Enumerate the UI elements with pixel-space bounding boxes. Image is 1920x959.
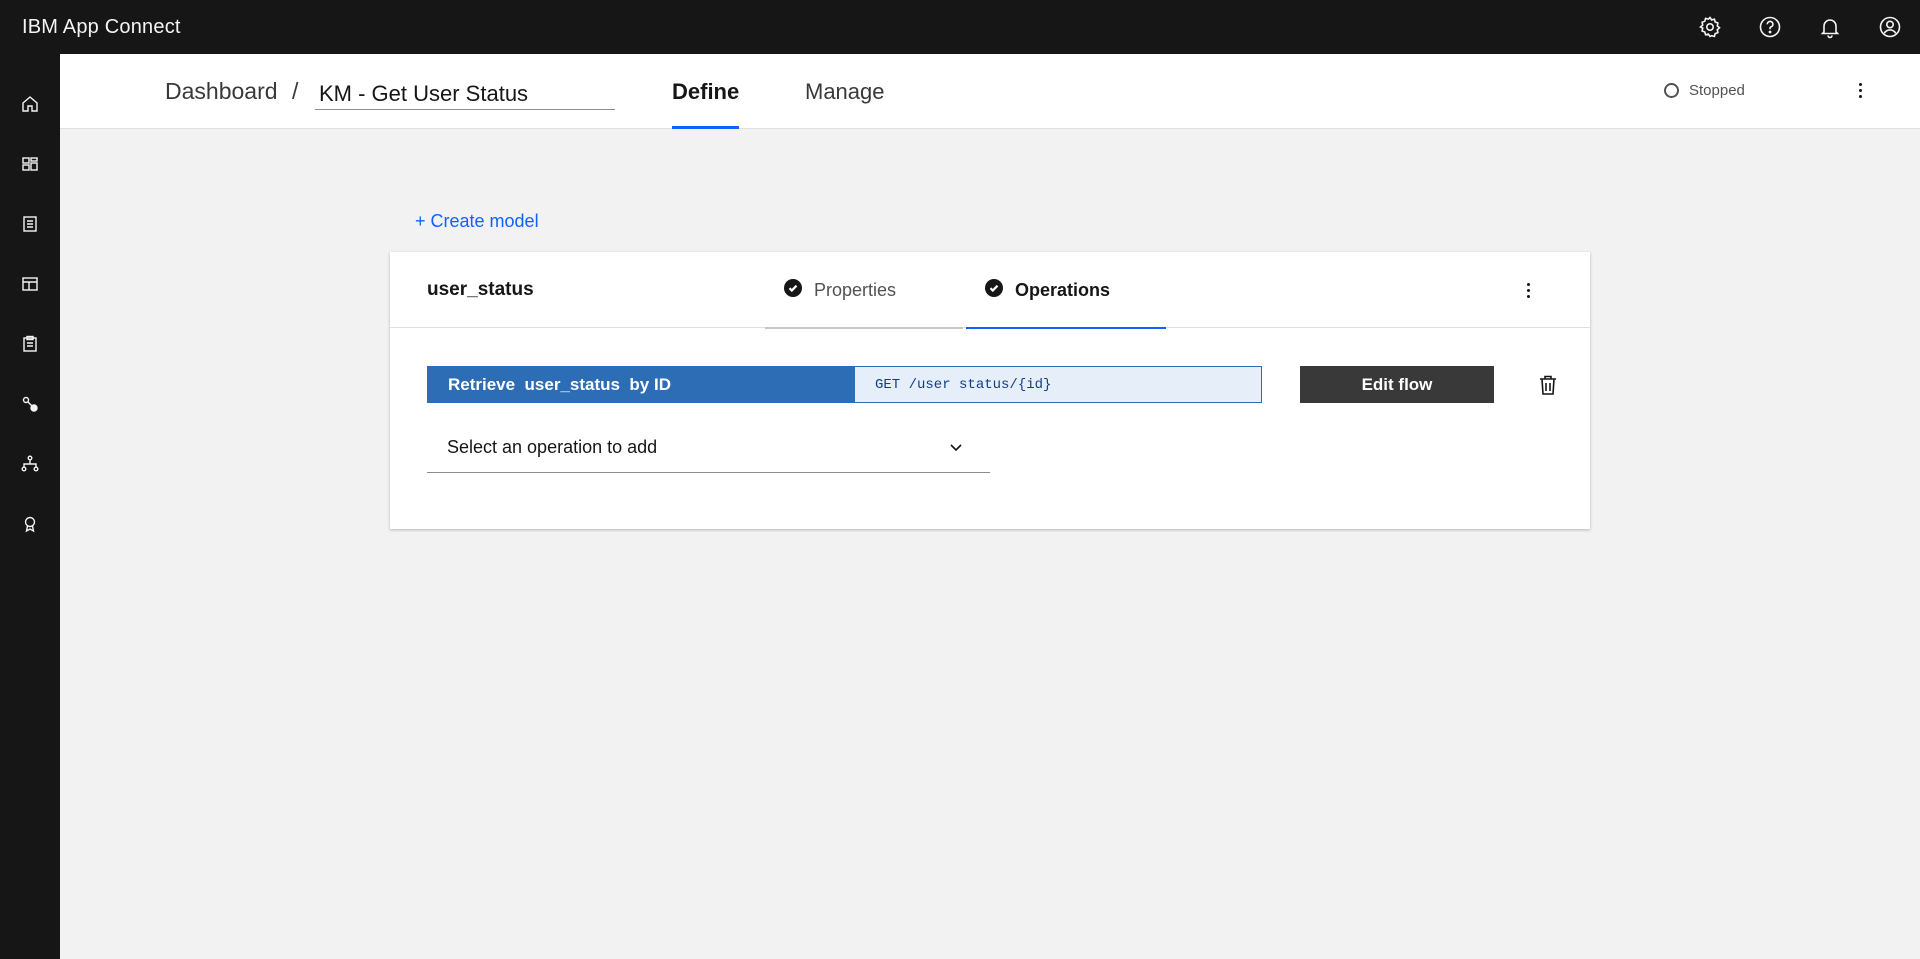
operation-path: GET /user status/{id} xyxy=(854,366,1262,403)
status-circle-icon xyxy=(1664,83,1679,98)
operation-select-placeholder: Select an operation to add xyxy=(447,437,658,457)
tab-manage[interactable]: Manage xyxy=(805,54,885,129)
operation-retrieve-by-id[interactable]: Retrieve user_status by ID GET /user sta… xyxy=(427,366,1262,403)
chevron-down-icon xyxy=(948,439,964,455)
gear-icon xyxy=(1699,16,1721,38)
header-actions xyxy=(1680,0,1920,54)
checkmark-filled-icon xyxy=(985,279,1003,297)
api-overflow-menu-button[interactable] xyxy=(1848,74,1872,106)
user-avatar-icon xyxy=(1879,16,1901,38)
api-subheader: Dashboard / Define Manage Stopped xyxy=(60,54,1920,129)
trash-icon xyxy=(1540,375,1556,395)
breadcrumb-dashboard[interactable]: Dashboard xyxy=(165,78,278,105)
flows-icon xyxy=(21,455,39,472)
nav-templates[interactable] xyxy=(0,254,60,314)
user-profile-button[interactable] xyxy=(1860,0,1920,54)
tab-operations-label: Operations xyxy=(1015,279,1111,300)
nav-connections[interactable] xyxy=(0,374,60,434)
status-label: Stopped xyxy=(1689,82,1745,99)
top-header: IBM App Connect xyxy=(0,0,1920,54)
overflow-dot-icon xyxy=(1526,294,1530,298)
dashboard-icon xyxy=(22,157,38,171)
operation-select-dropdown[interactable]: Select an operation to add xyxy=(427,423,990,473)
tab-properties-label: Properties xyxy=(814,279,897,300)
badge-icon xyxy=(24,516,36,533)
tab-define[interactable]: Define xyxy=(672,54,740,129)
api-name-input[interactable] xyxy=(315,74,615,110)
create-model-link[interactable]: + Create model xyxy=(415,211,539,232)
app-title[interactable]: IBM App Connect xyxy=(22,16,181,39)
model-overflow-menu-button[interactable] xyxy=(1516,274,1540,306)
overflow-dot-icon xyxy=(1858,88,1862,92)
nav-dashboard[interactable] xyxy=(0,134,60,194)
delete-operation-button[interactable] xyxy=(1530,367,1566,403)
nav-catalog[interactable] xyxy=(0,194,60,254)
connections-icon xyxy=(22,396,38,412)
tab-operations[interactable]: Operations xyxy=(966,252,1166,329)
overflow-dot-icon xyxy=(1858,94,1862,98)
status-indicator: Stopped xyxy=(1664,82,1745,99)
checkmark-filled-icon xyxy=(784,279,802,297)
left-navigation-rail xyxy=(0,54,60,959)
nav-learn[interactable] xyxy=(0,494,60,554)
catalog-icon xyxy=(23,216,37,232)
nav-reports[interactable] xyxy=(0,314,60,374)
templates-icon xyxy=(22,277,38,291)
model-card: user_status Properties Operations Retrie… xyxy=(390,252,1590,529)
model-card-header: user_status Properties Operations xyxy=(390,252,1590,329)
notification-bell-icon xyxy=(1820,19,1840,39)
clipboard-icon xyxy=(23,335,37,352)
settings-button[interactable] xyxy=(1680,0,1740,54)
breadcrumb-separator: / xyxy=(292,78,299,104)
overflow-dot-icon xyxy=(1526,282,1530,286)
help-button[interactable] xyxy=(1740,0,1800,54)
nav-home[interactable] xyxy=(0,74,60,134)
notifications-button[interactable] xyxy=(1800,0,1860,54)
tab-properties[interactable]: Properties xyxy=(765,252,963,329)
operation-label: Retrieve user_status by ID xyxy=(427,366,854,403)
nav-flows[interactable] xyxy=(0,434,60,494)
overflow-dot-icon xyxy=(1858,82,1862,86)
overflow-dot-icon xyxy=(1526,288,1530,292)
home-icon xyxy=(22,96,38,112)
edit-flow-button[interactable]: Edit flow xyxy=(1300,366,1494,403)
model-name: user_status xyxy=(427,279,534,300)
help-icon xyxy=(1759,16,1781,38)
